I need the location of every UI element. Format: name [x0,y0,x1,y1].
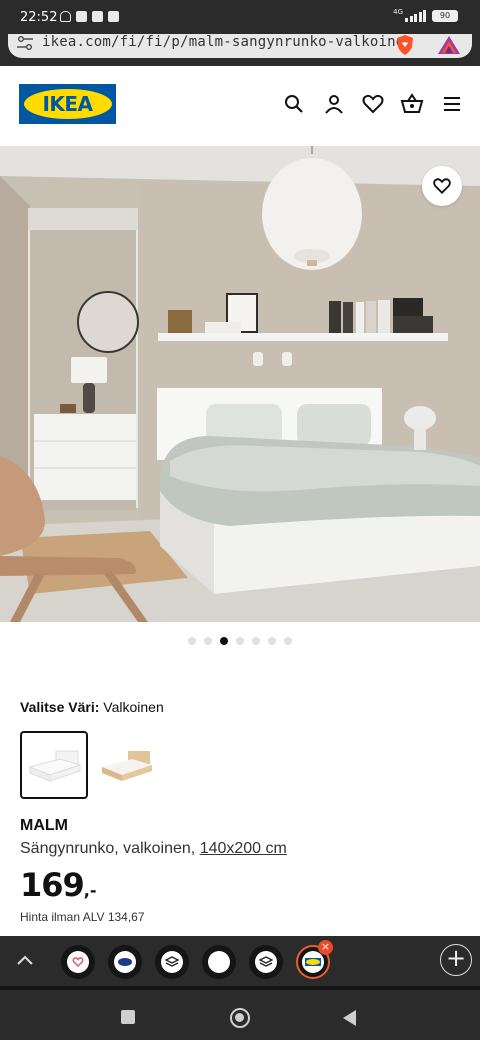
bedroom-image [0,146,480,622]
heart-icon [72,957,84,968]
product-price: 169,- [20,866,97,904]
system-navigation-bar [0,986,480,1040]
chevron-up-icon[interactable] [14,950,36,972]
favorites-icon[interactable] [361,92,385,116]
layers-icon [259,956,273,967]
price-suffix: ,- [83,881,97,900]
gallery-dot[interactable] [252,637,260,645]
browser-url-bar: ikea.com/fi/fi/p/malm-sangynrunko-valkoi… [0,34,480,66]
notification-icons [60,11,119,22]
oak-bed-thumbnail [102,751,152,781]
heart-icon [433,178,451,194]
gallery-dot-active[interactable] [220,637,228,645]
color-label: Valitse Väri: [20,699,100,715]
layers-icon [165,956,179,967]
site-header: IKEA [0,66,480,146]
gallery-dot[interactable] [236,637,244,645]
tab-site[interactable] [108,945,142,979]
white-bed-thumbnail [28,750,82,782]
browser-tab-bar: × + [0,936,480,986]
tune-icon[interactable] [16,36,34,52]
back-button[interactable] [343,1010,356,1026]
status-bar: 22:52 4G 90 [0,0,480,34]
network-type: 4G [393,8,403,16]
gallery-dot[interactable] [204,637,212,645]
save-to-favorites-button[interactable] [422,166,462,206]
app-notification-icon [92,11,103,22]
ikea-logo[interactable]: IKEA [19,84,116,124]
home-button[interactable] [230,1008,250,1028]
bell-off-icon [60,11,71,22]
color-selector-label: Valitse Väri: Valkoinen [20,699,164,715]
size-link[interactable]: 140x200 cm [200,840,287,857]
product-name: MALM [20,817,68,834]
app-notification-icon [108,11,119,22]
url-text[interactable]: ikea.com/fi/fi/p/malm-sangynrunko-valkoi… [42,34,404,50]
tab-heart[interactable] [61,945,95,979]
gallery-dot[interactable] [284,637,292,645]
swatch-oak-veneer[interactable] [92,731,160,799]
ikea-favicon-icon [305,958,321,966]
product-type: Sängynrunko, valkoinen, [20,840,196,857]
signal-icon [405,10,426,22]
logo-text: IKEA [42,92,93,116]
gallery-dot[interactable] [188,637,196,645]
gallery-dot[interactable] [268,637,276,645]
recent-apps-button[interactable] [121,1010,135,1024]
product-description: Sängynrunko, valkoinen, 140x200 cm [20,840,287,858]
battery-icon: 90 [432,10,458,22]
color-value: Valkoinen [103,699,164,715]
close-tab-badge[interactable]: × [318,940,333,955]
trash-icon [76,11,87,22]
status-time: 22:52 [20,10,58,25]
site-favicon-icon [118,958,132,966]
cart-icon[interactable] [400,92,424,116]
menu-icon[interactable] [440,92,464,116]
price-excluding-vat: Hinta ilman ALV 134,67 [20,910,145,924]
brave-rewards-icon[interactable] [436,34,462,56]
tab-blank[interactable] [202,945,236,979]
search-icon[interactable] [282,92,306,116]
tab-layers[interactable] [155,945,189,979]
brave-shield-icon[interactable] [394,34,416,56]
account-icon[interactable] [322,92,346,116]
gallery-pagination [0,637,480,645]
new-tab-button[interactable]: + [440,944,472,976]
product-image-gallery[interactable] [0,146,480,622]
price-value: 169 [20,866,85,904]
tab-layers-2[interactable] [249,945,283,979]
swatch-white[interactable] [20,731,88,799]
